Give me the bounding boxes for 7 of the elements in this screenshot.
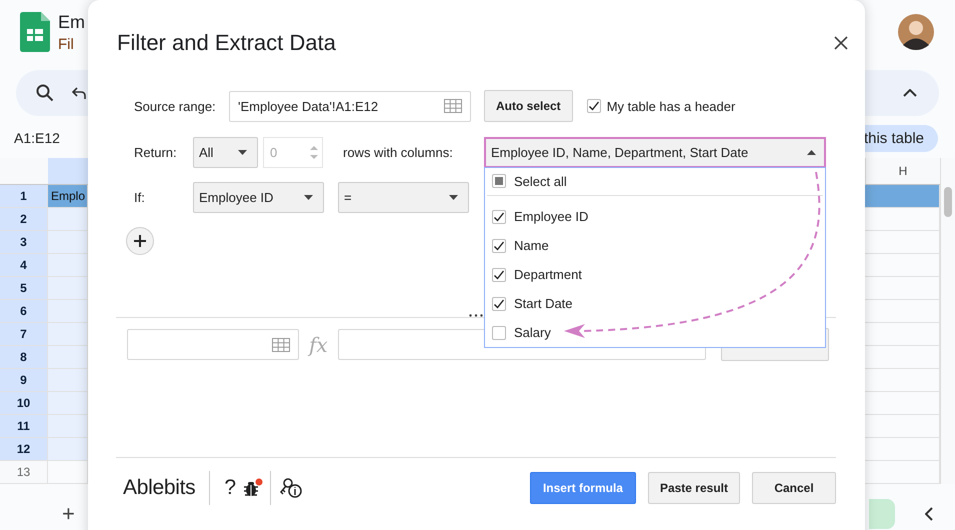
field-label: rows with columns: (343, 145, 454, 160)
dialog-title: Filter and Extract Data (117, 30, 336, 56)
brand-logo: Ablebits (123, 476, 196, 500)
field-label: If: (134, 190, 146, 205)
field-label: Return: (134, 145, 178, 160)
formula-label: fx (309, 332, 328, 356)
field-label: Source range: (134, 98, 217, 114)
